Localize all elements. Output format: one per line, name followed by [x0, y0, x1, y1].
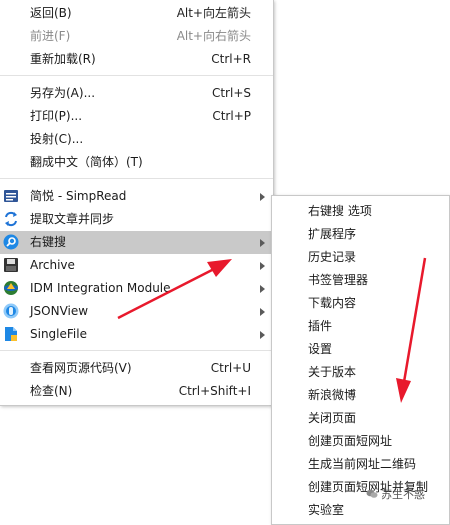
- submenu-item-options[interactable]: 右键搜 选项: [272, 200, 449, 223]
- watermark: 苏生不惑: [366, 486, 425, 502]
- submenu-item-about[interactable]: 关于版本: [272, 361, 449, 384]
- menu-item-forward[interactable]: 前进(F) Alt+向右箭头: [0, 25, 273, 48]
- submenu-item-lab[interactable]: 实验室: [272, 499, 449, 522]
- menu-item-jsonview[interactable]: JSONView: [0, 300, 273, 323]
- idm-icon: [3, 280, 19, 296]
- menu-separator: [0, 75, 273, 76]
- submenu-item-short-url[interactable]: 创建页面短网址: [272, 430, 449, 453]
- submenu-item-qrcode[interactable]: 生成当前网址二维码: [272, 453, 449, 476]
- submenu-item-settings[interactable]: 设置: [272, 338, 449, 361]
- submenu-item-plugins[interactable]: 插件: [272, 315, 449, 338]
- menu-item-label: 重新加载(R): [30, 52, 96, 66]
- menu-item-label: Archive: [30, 258, 75, 272]
- submenu-item-history[interactable]: 历史记录: [272, 246, 449, 269]
- menu-item-label: SingleFile: [30, 327, 87, 341]
- submenu-item-label: 设置: [308, 342, 333, 356]
- submenu-item-label: 生成当前网址二维码: [308, 457, 417, 471]
- submenu-item-label: 关闭页面: [308, 411, 357, 425]
- menu-item-simpread[interactable]: 简悦 - SimpRead: [0, 185, 273, 208]
- menu-item-singlefile[interactable]: SingleFile: [0, 323, 273, 346]
- submenu-arrow-icon: [260, 262, 265, 270]
- menu-item-label: 返回(B): [30, 6, 72, 20]
- menu-separator: [0, 178, 273, 179]
- sync-icon: [3, 211, 19, 227]
- right-search-submenu: 右键搜 选项 扩展程序 历史记录 书签管理器 下载内容 插件 设置 关于版本 新…: [271, 195, 450, 525]
- menu-item-label: 另存为(A)...: [30, 86, 96, 100]
- submenu-arrow-icon: [260, 285, 265, 293]
- menu-item-label: 前进(F): [30, 29, 71, 43]
- menu-item-print[interactable]: 打印(P)... Ctrl+P: [0, 105, 273, 128]
- menu-item-shortcut: Ctrl+Shift+I: [178, 384, 251, 398]
- menu-item-label: 翻成中文（简体）(T): [30, 155, 143, 169]
- menu-item-inspect[interactable]: 检查(N) Ctrl+Shift+I: [0, 380, 273, 403]
- menu-item-label: IDM Integration Module: [30, 281, 171, 295]
- jsonview-icon: [3, 303, 19, 319]
- menu-item-label: 检查(N): [30, 384, 73, 398]
- menu-item-label: 提取文章并同步: [30, 212, 115, 226]
- menu-item-label: 简悦 - SimpRead: [30, 189, 127, 203]
- submenu-item-label: 书签管理器: [308, 273, 369, 287]
- menu-item-extract-sync[interactable]: 提取文章并同步: [0, 208, 273, 231]
- menu-item-label: 打印(P)...: [30, 109, 83, 123]
- menu-item-shortcut: Ctrl+U: [210, 361, 251, 375]
- menu-item-shortcut: Ctrl+R: [211, 52, 251, 66]
- submenu-arrow-icon: [260, 193, 265, 201]
- menu-item-cast[interactable]: 投射(C)...: [0, 128, 273, 151]
- submenu-item-label: 下载内容: [308, 296, 357, 310]
- submenu-item-label: 实验室: [308, 503, 345, 517]
- submenu-arrow-icon: [260, 308, 265, 316]
- submenu-item-extensions[interactable]: 扩展程序: [272, 223, 449, 246]
- menu-item-reload[interactable]: 重新加载(R) Ctrl+R: [0, 48, 273, 71]
- submenu-item-label: 新浪微博: [308, 388, 357, 402]
- menu-item-save-as[interactable]: 另存为(A)... Ctrl+S: [0, 82, 273, 105]
- menu-item-label: 查看网页源代码(V): [30, 361, 132, 375]
- submenu-item-bookmarks[interactable]: 书签管理器: [272, 269, 449, 292]
- submenu-item-label: 历史记录: [308, 250, 357, 264]
- menu-item-shortcut: Ctrl+S: [211, 86, 251, 100]
- menu-separator: [0, 350, 273, 351]
- wechat-icon: [366, 489, 378, 498]
- search-extension-icon: [3, 234, 19, 250]
- submenu-item-weibo[interactable]: 新浪微博: [272, 384, 449, 407]
- context-menu: 返回(B) Alt+向左箭头 前进(F) Alt+向右箭头 重新加载(R) Ct…: [0, 0, 274, 406]
- simpread-icon: [3, 188, 19, 204]
- submenu-arrow-icon: [260, 331, 265, 339]
- submenu-item-label: 关于版本: [308, 365, 357, 379]
- menu-item-archive[interactable]: Archive: [0, 254, 273, 277]
- watermark-text: 苏生不惑: [381, 488, 425, 501]
- archive-icon: [3, 257, 19, 273]
- menu-item-shortcut: Alt+向右箭头: [176, 29, 251, 43]
- submenu-item-label: 右键搜 选项: [308, 204, 372, 218]
- menu-item-right-search[interactable]: 右键搜: [0, 231, 273, 254]
- submenu-item-close-page[interactable]: 关闭页面: [272, 407, 449, 430]
- singlefile-icon: [3, 326, 19, 342]
- menu-item-shortcut: Ctrl+P: [212, 109, 251, 123]
- submenu-item-downloads[interactable]: 下载内容: [272, 292, 449, 315]
- submenu-item-label: 插件: [308, 319, 333, 333]
- menu-item-idm[interactable]: IDM Integration Module: [0, 277, 273, 300]
- submenu-item-label: 扩展程序: [308, 227, 357, 241]
- submenu-arrow-icon: [260, 239, 265, 247]
- menu-item-view-source[interactable]: 查看网页源代码(V) Ctrl+U: [0, 357, 273, 380]
- menu-item-back[interactable]: 返回(B) Alt+向左箭头: [0, 2, 273, 25]
- submenu-item-label: 创建页面短网址: [308, 434, 393, 448]
- menu-item-label: 右键搜: [30, 235, 67, 249]
- menu-item-translate[interactable]: 翻成中文（简体）(T): [0, 151, 273, 174]
- menu-item-shortcut: Alt+向左箭头: [176, 6, 251, 20]
- menu-item-label: 投射(C)...: [30, 132, 84, 146]
- menu-item-label: JSONView: [30, 304, 89, 318]
